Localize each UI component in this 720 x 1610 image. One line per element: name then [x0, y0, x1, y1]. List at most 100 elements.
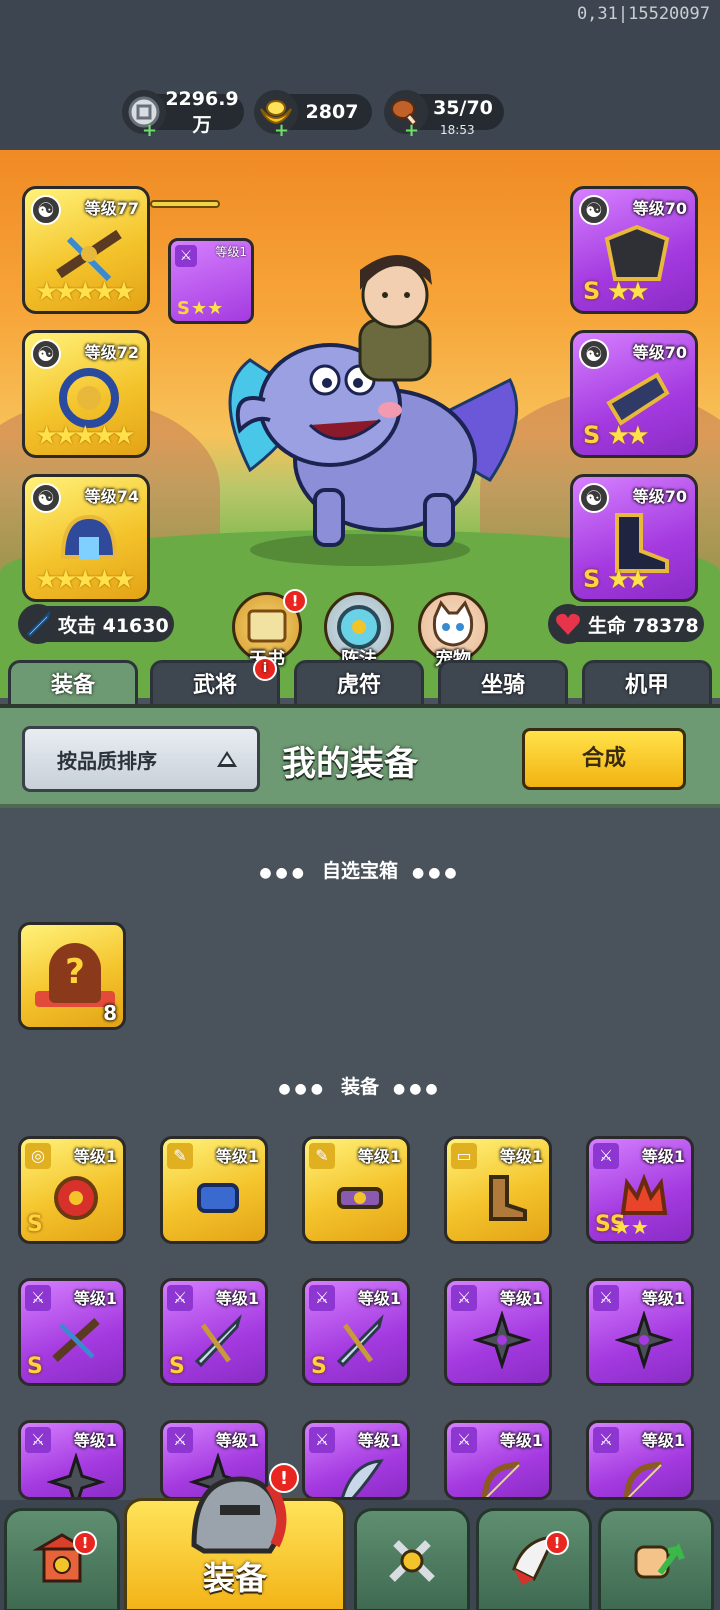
- gold-resource[interactable]: + 2807: [254, 90, 372, 141]
- tab-equipment[interactable]: 装备: [8, 660, 138, 708]
- amulet-type-icon: ◎: [25, 1143, 51, 1169]
- alert-badge: !: [269, 1463, 299, 1493]
- item-level: 等级1: [357, 1431, 401, 1450]
- add-stamina-icon[interactable]: +: [404, 120, 419, 141]
- nav-equipment[interactable]: ! 装备: [124, 1463, 346, 1610]
- equipment-item[interactable]: ⚔ 等级1: [18, 1420, 126, 1500]
- equipment-panel-header: 按品质排序 我的装备 合成: [0, 704, 720, 808]
- panel-title: 我的装备: [282, 744, 418, 784]
- item-grade: S: [169, 1354, 185, 1379]
- item-level: 等级1: [215, 1431, 259, 1450]
- scimitar-icon: [341, 1459, 384, 1497]
- equipment-item[interactable]: ⚔ 等级1: [444, 1278, 552, 1386]
- equip-slot-armor[interactable]: ☯ 等级70 S ★★: [570, 186, 698, 314]
- add-gold-icon[interactable]: +: [274, 120, 289, 141]
- pet-button[interactable]: 宠物: [418, 592, 488, 670]
- add-silver-icon[interactable]: +: [142, 120, 157, 141]
- boots-icon: [489, 1175, 527, 1221]
- item-level: 等级1: [73, 1147, 117, 1166]
- item-level: 等级1: [357, 1147, 401, 1166]
- tab-mount[interactable]: 坐骑: [438, 660, 568, 708]
- bracer-icon: [197, 1183, 239, 1213]
- equipment-item[interactable]: ▭ 等级1: [444, 1136, 552, 1244]
- equipment-item[interactable]: ⚔ 等级1: [444, 1420, 552, 1500]
- sort-label: 按品质排序: [57, 748, 157, 773]
- equipment-item[interactable]: ⚔ 等级1 S: [302, 1278, 410, 1386]
- dots-decoration: ●●●: [412, 865, 461, 881]
- equipment-item[interactable]: ⚔ 等级1: [586, 1420, 694, 1500]
- slot-grade: S: [583, 277, 601, 305]
- info-badge: i: [253, 657, 277, 681]
- belt-icon: [337, 1187, 383, 1209]
- bottom-navigation: ! ! 装备 !: [0, 1463, 720, 1610]
- sort-by-quality-button[interactable]: 按品质排序: [22, 726, 260, 792]
- item-level: 等级1: [215, 1289, 259, 1308]
- equipment-section-title: ●●● 装备 ●●●: [0, 1072, 720, 1099]
- stamina-resource[interactable]: + 35/70 18:53: [384, 90, 504, 141]
- equip-slot-helmet[interactable]: ☯ 等级74 ★★★★★: [22, 474, 150, 602]
- selectable-chest-item[interactable]: ? 8: [18, 922, 126, 1030]
- hero-on-elephant-mount: [228, 255, 519, 566]
- weapon-type-icon: ⚔: [309, 1285, 335, 1311]
- weapon-type-icon: ⚔: [25, 1427, 51, 1453]
- sword-icon: [194, 1314, 242, 1368]
- bow-icon: [624, 1462, 662, 1497]
- tab-tiger-tally[interactable]: 虎符: [294, 660, 424, 708]
- tab-generals[interactable]: 武将 i: [150, 657, 280, 708]
- equip-slot-gauntlet[interactable]: ☯ 等级70 S ★★: [570, 330, 698, 458]
- dots-decoration: ●●●: [278, 1081, 327, 1097]
- bow-icon: [482, 1462, 520, 1497]
- hp-stat: 生命 78378: [548, 604, 704, 644]
- linked-grade: S: [177, 298, 190, 319]
- weapon-type-icon: ⚔: [593, 1285, 619, 1311]
- equipment-item[interactable]: ⚔ 等级1: [302, 1420, 410, 1500]
- slot-level: 等级77: [84, 199, 139, 218]
- slot-stars: ★★★★★: [35, 421, 136, 451]
- weapon-type-icon: ⚔: [593, 1427, 619, 1453]
- equipment-section-label: 装备: [340, 1076, 379, 1098]
- attack-stat: 攻击 41630: [18, 604, 174, 644]
- weapon-type-icon: ⚔: [451, 1285, 477, 1311]
- version-text: 0,31|15520097: [576, 4, 710, 24]
- alert-badge: !: [545, 1531, 569, 1555]
- mystery-chest-icon: ?: [49, 943, 101, 1003]
- formation-button[interactable]: 阵法: [324, 592, 394, 670]
- nav-upgrade[interactable]: [598, 1508, 714, 1610]
- equipment-item[interactable]: ⚔ 等级1 SS ★★: [586, 1136, 694, 1244]
- equipment-item[interactable]: ⚔ 等级1 S: [160, 1278, 268, 1386]
- attack-value: 攻击 41630: [58, 614, 169, 637]
- crossbow-icon: [52, 1318, 100, 1362]
- heart-icon: [548, 604, 588, 644]
- shuriken-icon: [615, 1311, 673, 1369]
- nav-battle[interactable]: [354, 1508, 470, 1610]
- chest-count: 8: [103, 1001, 117, 1025]
- equipment-item[interactable]: ◎ 等级1 S: [18, 1136, 126, 1244]
- sword-icon: [18, 604, 58, 644]
- stamina-timer: 18:53: [440, 123, 475, 137]
- silver-resource[interactable]: + 2296.9万: [122, 88, 244, 141]
- equip-slot-weapon[interactable]: ☯ 等级77 ★★★★★: [22, 186, 150, 314]
- equip-slot-boots[interactable]: ☯ 等级70 S ★★: [570, 474, 698, 602]
- nav-events[interactable]: !: [476, 1508, 592, 1610]
- alert-badge: !: [283, 589, 307, 613]
- chest-section-title: ●●● 自选宝箱 ●●●: [0, 856, 720, 883]
- equipment-item[interactable]: ⚔ 等级1 S: [18, 1278, 126, 1386]
- equipment-item[interactable]: ⚔ 等级1: [586, 1278, 694, 1386]
- shuriken-icon: [473, 1311, 531, 1369]
- item-grade: S: [27, 1212, 43, 1237]
- top-bar: 0,31|15520097 + 2296.9万 + 2807 + 35/70 1…: [0, 0, 720, 150]
- equipment-item[interactable]: ✎ 等级1: [160, 1136, 268, 1244]
- equip-slot-necklace[interactable]: ☯ 等级72 ★★★★★: [22, 330, 150, 458]
- weapon-type-icon: ⚔: [25, 1285, 51, 1311]
- weapon-type-icon: ⚔: [167, 1285, 193, 1311]
- nav-shop[interactable]: !: [4, 1508, 120, 1610]
- fist-upgrade-icon: [634, 1542, 685, 1579]
- amulet-icon: [54, 1176, 98, 1220]
- slot-grade: S: [583, 421, 601, 449]
- slot-level: 等级70: [632, 199, 687, 218]
- item-grade: S: [27, 1354, 43, 1379]
- tab-mecha[interactable]: 机甲: [582, 660, 712, 708]
- crossed-swords-icon: [389, 1540, 435, 1582]
- equipment-item[interactable]: ✎ 等级1: [302, 1136, 410, 1244]
- synthesize-button[interactable]: 合成: [522, 728, 686, 790]
